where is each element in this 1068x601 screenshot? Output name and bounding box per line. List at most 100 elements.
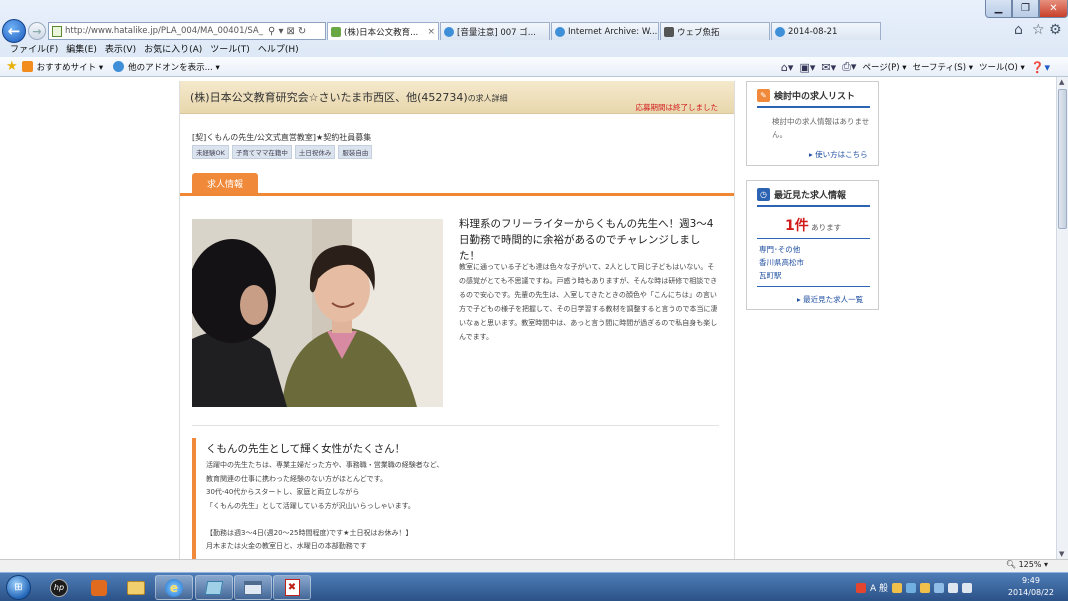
tray-app-icon[interactable]	[934, 582, 945, 593]
review-list-title: ✎ 検討中の求人リスト	[757, 89, 855, 102]
pdf-icon[interactable]: ✖	[273, 575, 311, 600]
vertical-scrollbar[interactable]: ▲ ▼	[1056, 77, 1068, 559]
scroll-down-icon[interactable]: ▼	[1059, 550, 1064, 558]
home-icon[interactable]: ⌂▾	[781, 61, 794, 74]
section-body: 活躍中の先生たちは、専業主婦だった方や、事務職・営業職の経験者など、 教育関連の…	[206, 459, 706, 554]
address-url[interactable]: http://www.hatalike.jp/PLA_004/MA_00401/…	[65, 26, 265, 36]
menu-tools[interactable]: ツール(T)	[210, 42, 250, 55]
tag: 子育てママ在籍中	[231, 145, 292, 159]
tag: 服装自由	[338, 145, 373, 159]
refresh-icon[interactable]: ↻	[298, 26, 306, 37]
tab-label: 2014-08-21	[788, 26, 838, 37]
favorites-bar: ★ おすすめサイト ▾ 他のアドオンを表示... ▾ ⌂▾ ▣▾ ✉▾ ⎙▾ ペ…	[0, 57, 1068, 77]
address-bar[interactable]: http://www.hatalike.jp/PLA_004/MA_00401/…	[48, 22, 326, 40]
safety-menu[interactable]: セーフティ(S) ▾	[913, 61, 973, 73]
tray-app-icon[interactable]	[892, 582, 903, 593]
ime-indicator[interactable]: A 般	[870, 581, 888, 594]
tab-close-icon[interactable]: ×	[427, 27, 435, 37]
home-icon[interactable]: ⌂	[1014, 22, 1023, 38]
search-icon[interactable]: ⚲ ▾	[268, 26, 284, 37]
menu-help[interactable]: ヘルプ(H)	[258, 42, 299, 55]
tag-list: 未経験OK 子育てママ在籍中 土日祝休み 服装自由	[192, 145, 373, 159]
menu-edit[interactable]: 編集(E)	[66, 42, 97, 55]
favorites-star-icon[interactable]: ☆	[1032, 22, 1045, 38]
recommended-sites-link[interactable]: おすすめサイト ▾	[37, 61, 103, 73]
addons-link[interactable]: 他のアドオンを表示... ▾	[128, 61, 220, 73]
tools-menu[interactable]: ツール(O) ▾	[979, 61, 1025, 73]
explorer-icon[interactable]	[117, 575, 155, 600]
volume-icon[interactable]	[962, 582, 973, 593]
review-list-empty: 検討中の求人情報はありません。	[772, 117, 870, 139]
ie-icon[interactable]: e	[155, 575, 193, 600]
menu-favorites[interactable]: お気に入り(A)	[144, 42, 202, 55]
section-line: 「くもんの先生」として活躍している方が沢山いらっしゃいます。	[206, 501, 415, 510]
tab-label: (株)日本公文教育...	[344, 27, 419, 38]
section-line: 【勤務は週3〜4日(週20〜25時間程度)です★土日祝はお休み！】	[206, 528, 413, 537]
zoom-value[interactable]: 125%	[1019, 560, 1042, 569]
fish-icon	[664, 26, 674, 37]
mail-icon[interactable]: ✉▾	[821, 61, 836, 74]
section-title: くもんの先生として輝く女性がたくさん！	[206, 443, 406, 455]
recent-job-station[interactable]: 瓦町駅	[759, 269, 804, 282]
forward-button[interactable]: →	[28, 22, 46, 40]
feature-section: くもんの先生として輝く女性がたくさん！ 活躍中の先生たちは、専業主婦だった方や、…	[192, 438, 719, 559]
page-menu[interactable]: ページ(P) ▾	[862, 61, 906, 73]
ie-page-icon	[555, 26, 565, 37]
notepad-icon[interactable]	[195, 575, 233, 600]
tray-app-icon[interactable]	[856, 582, 866, 593]
title-band: (株)日本公文教育研究会☆さいたま市西区、他(452734)の求人詳細 応募期間…	[180, 81, 734, 114]
recent-job-category[interactable]: 専門･その他	[759, 243, 804, 256]
tray-app-icon[interactable]	[920, 582, 931, 593]
ie-page-icon	[775, 26, 785, 37]
favorites-star-icon[interactable]: ★	[6, 59, 18, 74]
print-icon[interactable]: ⎙▾	[842, 60, 856, 74]
recent-count-number: 1件	[785, 218, 809, 234]
browser-tab[interactable]: 2014-08-21	[771, 22, 881, 40]
minimize-button[interactable]: ▁	[985, 0, 1012, 18]
section-line: 教育関連の仕事に携わった経験のない方がほとんどです。	[206, 474, 387, 483]
network-icon[interactable]	[948, 582, 959, 593]
page-viewport: (株)日本公文教育研究会☆さいたま市西区、他(452734)の求人詳細 応募期間…	[0, 77, 1056, 559]
tab-job-info[interactable]: 求人情報	[192, 173, 258, 194]
status-bar: 🔍︎ 125% ▾	[0, 559, 1068, 572]
job-detail-main: (株)日本公文教育研究会☆さいたま市西区、他(452734)の求人詳細 応募期間…	[179, 81, 735, 559]
job-headline: [契]くもんの先生/公文式直営教室]★契約社員募集	[192, 133, 372, 142]
scroll-thumb[interactable]	[1058, 89, 1067, 229]
hp-icon[interactable]: hp	[40, 575, 78, 600]
recent-jobs-box: ◷ 最近見た求人情報 1件 あります 専門･その他 香川県高松市 瓦町駅 ▸ 最…	[746, 180, 879, 310]
start-button[interactable]: ⊞	[6, 575, 31, 600]
maximize-button[interactable]: ❐	[1012, 0, 1039, 18]
browser-tab[interactable]: [音量注意] 007 ゴ...	[440, 22, 550, 40]
how-to-use-link[interactable]: ▸ 使い方はこちら	[809, 149, 868, 160]
recent-job-item[interactable]: 専門･その他 香川県高松市 瓦町駅	[759, 243, 804, 282]
menu-bar: ファイル(F) 編集(E) 表示(V) お気に入り(A) ツール(T) ヘルプ(…	[0, 40, 1068, 57]
menu-file[interactable]: ファイル(F)	[10, 42, 58, 55]
window-icon[interactable]	[234, 575, 272, 600]
divider	[757, 238, 870, 239]
feeds-icon[interactable]: ▣▾	[799, 61, 815, 74]
lead-title: 料理系のフリーライターからくもんの先生へ！週3〜4日勤務で時間的に余裕があるので…	[459, 218, 714, 262]
tray-app-icon[interactable]	[906, 582, 917, 593]
help-icon[interactable]: ❓▾	[1031, 61, 1050, 74]
lead-body: 教室に通っている子ども達は色々な子がいて、2人として同じ子どもはいない。その感覚…	[459, 263, 718, 341]
section-line: 30代-40代からスタートし、家庭と両立しながら	[206, 488, 360, 496]
recent-job-location[interactable]: 香川県高松市	[759, 256, 804, 269]
clock-icon: ◷	[757, 188, 770, 201]
gear-icon[interactable]: ⚙	[1049, 22, 1062, 38]
menu-view[interactable]: 表示(V)	[105, 42, 136, 55]
app-icon[interactable]	[80, 575, 118, 600]
interview-photo	[192, 219, 443, 407]
zoom-level[interactable]: 🔍︎ 125% ▾	[1006, 560, 1048, 569]
close-window-button[interactable]: ✕	[1039, 0, 1068, 18]
browser-tab[interactable]: ウェブ魚拓	[660, 22, 770, 40]
browser-tab[interactable]: (株)日本公文教育... ×	[327, 22, 439, 40]
browser-tab[interactable]: Internet Archive: W...	[551, 22, 659, 40]
divider	[192, 425, 719, 426]
recent-jobs-list-link[interactable]: ▸ 最近見た求人一覧	[797, 294, 863, 305]
scroll-up-icon[interactable]: ▲	[1059, 78, 1064, 86]
clock[interactable]: 9:49 2014/08/22	[1008, 575, 1054, 599]
recommended-sites-icon	[21, 61, 33, 72]
compat-view-icon[interactable]: ⊠	[287, 26, 295, 37]
page-icon	[331, 26, 341, 37]
clock-date: 2014/08/22	[1007, 588, 1054, 597]
